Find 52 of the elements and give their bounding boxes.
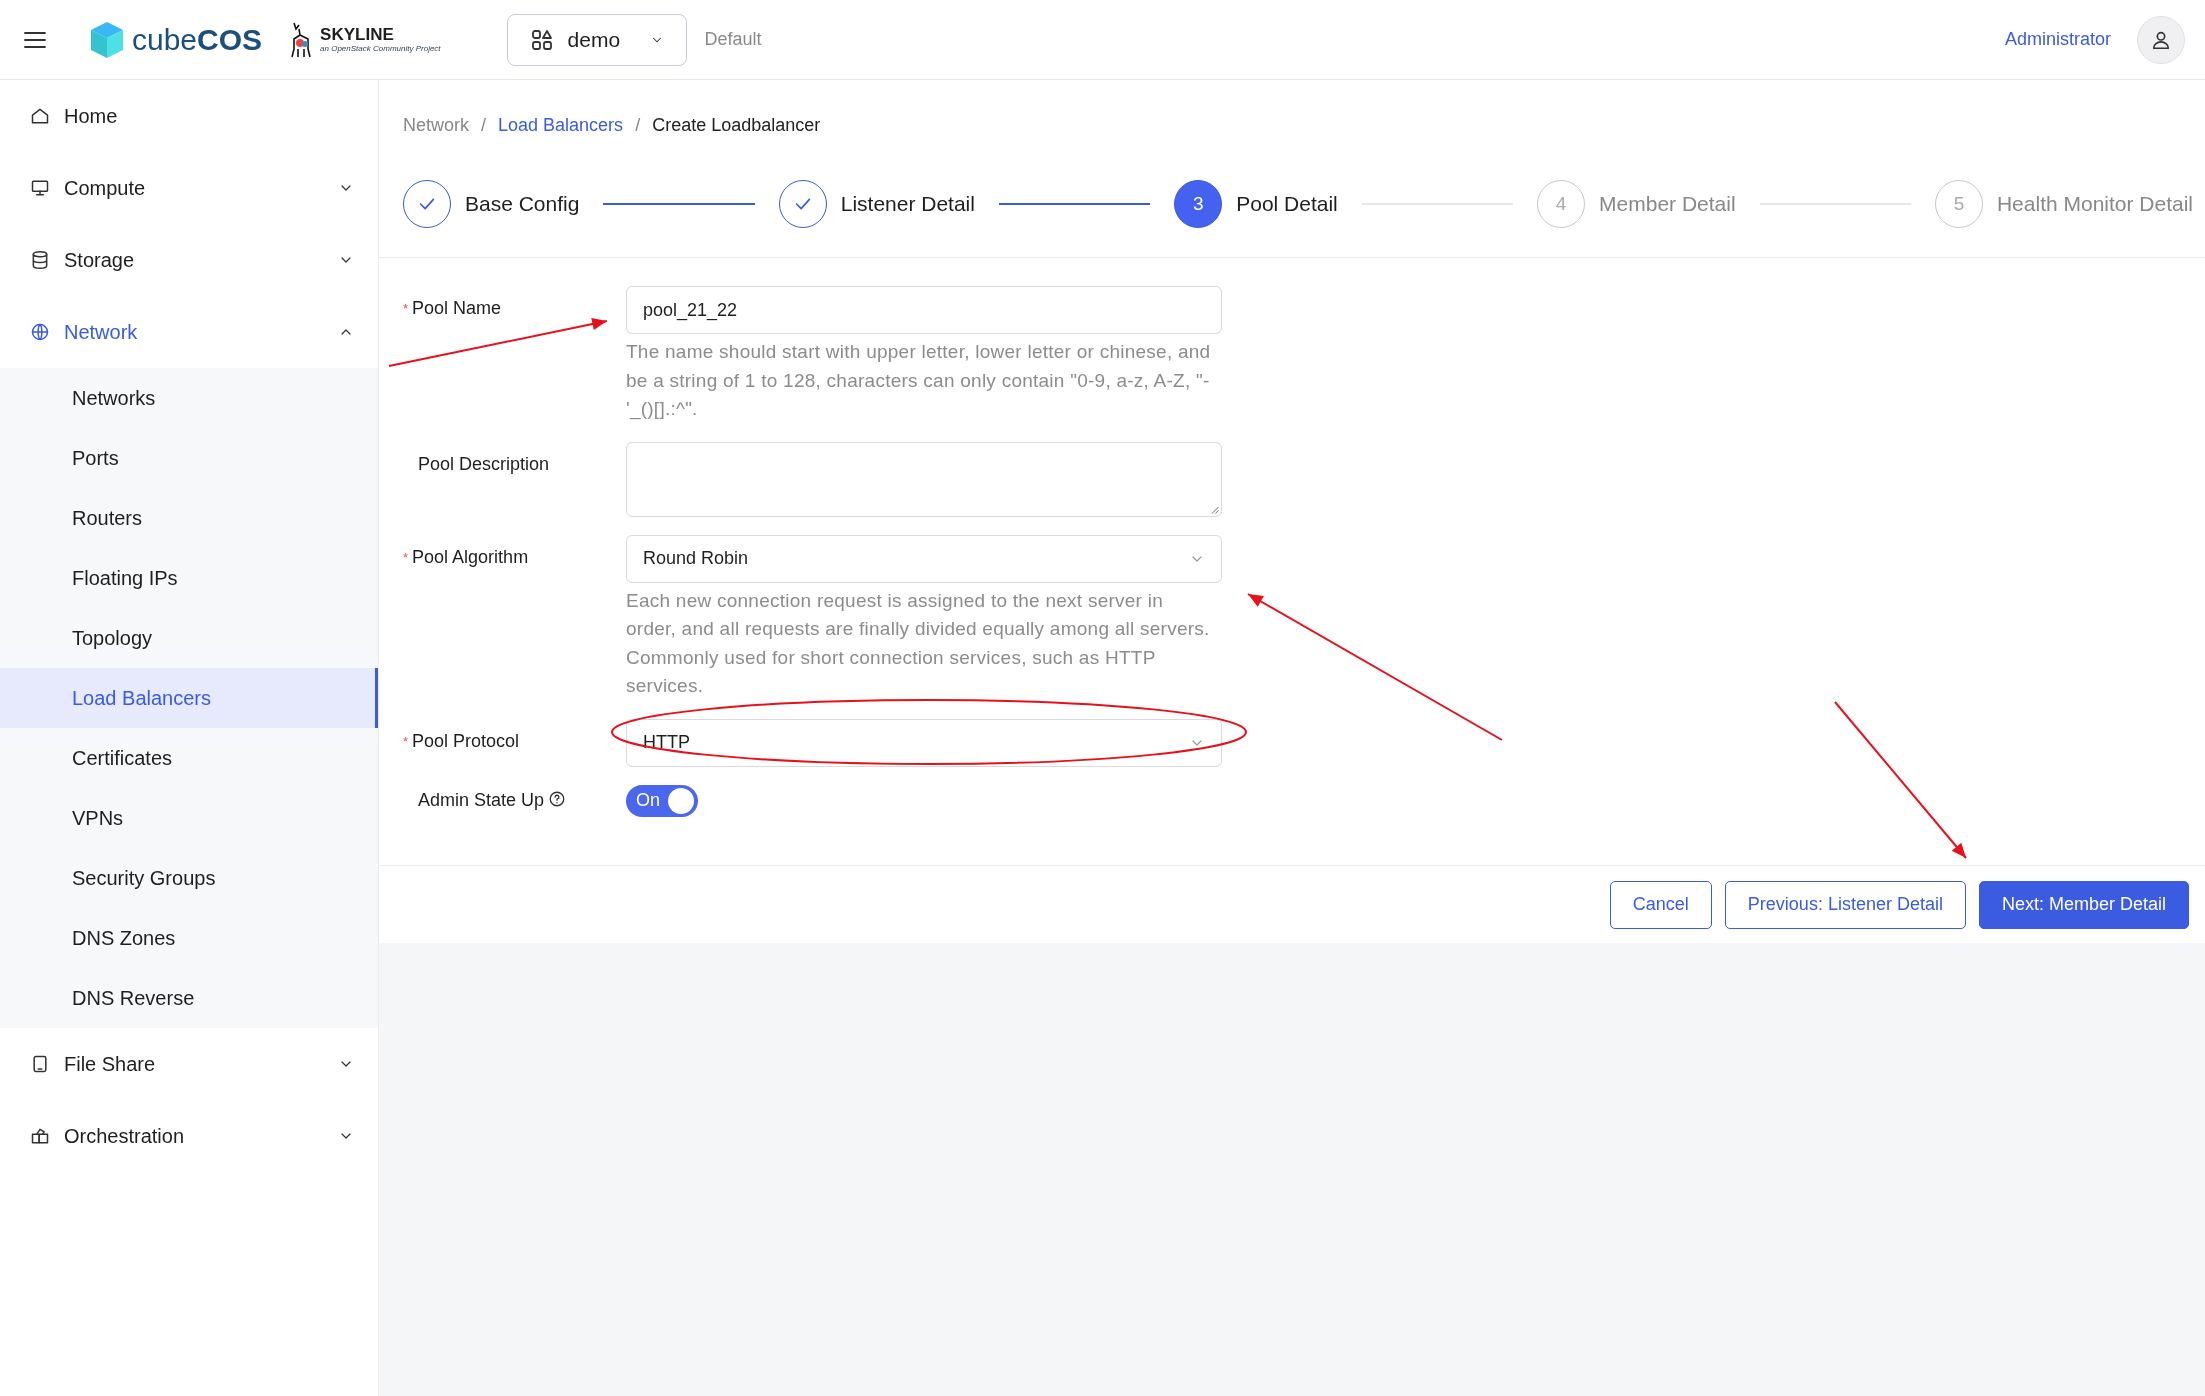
sidebar-item[interactable]: Network — [0, 296, 378, 368]
partner-name: SKYLINE — [320, 26, 395, 43]
required-mark: * — [403, 300, 409, 316]
step-label: Member Detail — [1599, 191, 1736, 216]
field-label: Pool Description — [418, 453, 550, 475]
project-name: demo — [567, 27, 621, 52]
sidebar-item[interactable]: Storage — [0, 224, 378, 296]
step-label: Pool Detail — [1236, 191, 1338, 216]
sidebar-subitem[interactable]: Load Balancers — [0, 668, 378, 728]
sidebar-item[interactable]: File Share — [0, 1028, 378, 1100]
sidebar-subitem[interactable]: Topology — [0, 608, 378, 668]
sidebar-item[interactable]: Compute — [0, 152, 378, 224]
brand-name: cubeCOS — [132, 22, 263, 57]
user-link[interactable]: Administrator — [2004, 29, 2111, 50]
help-text: The name should start with upper letter, lower letter or chinese, and be a string of 1 to 128, characters can only contain "0-9, a-z, A-Z, "-'_()[].:^". — [626, 340, 1212, 422]
breadcrumb-item: Network — [403, 114, 469, 136]
sidebar-subitem[interactable]: Routers — [0, 488, 378, 548]
breadcrumb-item: Create Loadbalancer — [652, 114, 821, 136]
select-field[interactable]: Round Robin — [626, 534, 1222, 583]
sidebar-subitem[interactable]: DNS Zones — [0, 908, 378, 968]
help-text: Each new connection request is assigned to the next server in order, and all requests are finally divided equally among all servers. Commonly used for short connection services, such as HTTP services. — [626, 588, 1211, 698]
button[interactable]: Cancel — [1609, 880, 1712, 929]
required-mark: * — [403, 548, 409, 565]
breadcrumb-separator: / — [481, 114, 487, 136]
sidebar-item[interactable]: Orchestration — [0, 1100, 378, 1172]
project-dropdown[interactable]: demo — [506, 13, 687, 66]
sidebar-item[interactable]: Home — [0, 80, 378, 152]
step-label: Listener Detail — [840, 191, 975, 216]
breadcrumb-separator: / — [635, 114, 641, 136]
sidebar-subitem[interactable]: Certificates — [0, 728, 378, 788]
sidebar-subitem[interactable]: Ports — [0, 428, 378, 488]
button[interactable]: Previous: Listener Detail — [1724, 880, 1966, 929]
field-label: Pool Algorithm — [412, 546, 529, 568]
toggle-switch[interactable]: On — [626, 784, 698, 817]
step-label: Health Monitor Detail — [1996, 191, 2194, 216]
sidebar-subitem[interactable]: Security Groups — [0, 848, 378, 908]
sidebar-subitem[interactable]: Floating IPs — [0, 548, 378, 608]
sidebar-subitem[interactable]: VPNs — [0, 788, 378, 848]
step-indicator: 3 — [1174, 179, 1223, 228]
step-label: Base Config — [465, 191, 580, 216]
sidebar-subitem[interactable]: Networks — [0, 368, 378, 428]
field-label: Pool Name — [412, 298, 502, 319]
partner-tagline: an OpenStack Community Project — [320, 45, 441, 53]
field-label: Pool Protocol — [412, 730, 520, 752]
required-mark: * — [403, 732, 409, 749]
select-field[interactable]: HTTP — [626, 718, 1222, 767]
field-label: Admin State Up — [418, 790, 545, 811]
next-button[interactable]: Next: Member Detail — [1978, 880, 2189, 929]
breadcrumb-link[interactable]: Load Balancers — [498, 114, 624, 136]
sidebar-subitem[interactable]: DNS Reverse — [0, 968, 378, 1028]
domain-label: Default — [704, 29, 762, 50]
text-input[interactable]: pool_21_22 — [626, 286, 1222, 334]
